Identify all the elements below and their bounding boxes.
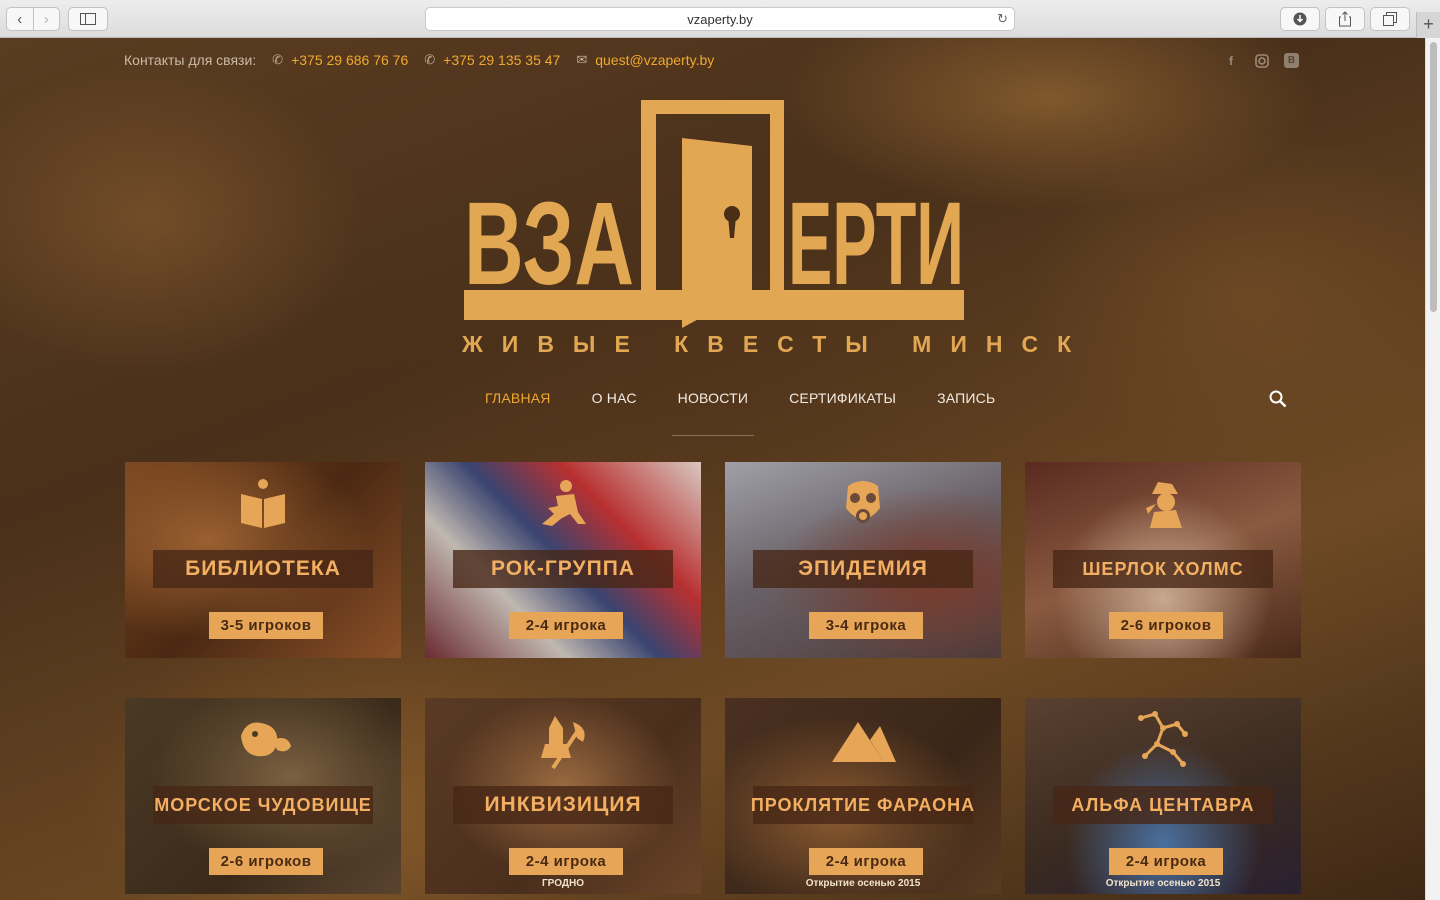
sidebar-icon — [80, 13, 96, 25]
phone-link-2[interactable]: ✆ +375 29 135 35 47 — [424, 52, 560, 68]
instagram-icon[interactable] — [1253, 52, 1271, 70]
quest-players: 3-5 игроков — [209, 612, 323, 639]
quest-players: 2-6 игроков — [1109, 612, 1223, 639]
pyramid-icon — [832, 722, 896, 762]
quest-card[interactable]: ШЕРЛОК ХОЛМС 2-6 игроков — [1025, 462, 1301, 658]
download-icon — [1293, 12, 1307, 26]
page-scrollbar[interactable] — [1425, 38, 1440, 900]
contact-bar: Контакты для связи: ✆ +375 29 686 76 76 … — [124, 52, 730, 68]
quest-players: 2-4 игрока — [1109, 848, 1223, 875]
quest-card[interactable]: МОРСКОЕ ЧУДОВИЩЕ 2-6 игроков — [125, 698, 401, 894]
back-button[interactable]: ‹ — [7, 8, 33, 30]
quest-players: 2-4 игрока — [509, 848, 623, 875]
nav-item-certificates[interactable]: СЕРТИФИКАТЫ — [789, 390, 896, 406]
phone-icon: ✆ — [424, 52, 436, 67]
guitarist-icon — [542, 480, 586, 526]
downloads-button[interactable] — [1280, 7, 1320, 31]
share-icon — [1339, 11, 1351, 27]
scroll-thumb[interactable] — [1430, 42, 1437, 312]
quest-title: РОК-ГРУППА — [453, 550, 673, 588]
social-links: f В — [1222, 52, 1299, 70]
browser-toolbar: ‹ › vzaperty.by ↻ + — [0, 0, 1440, 38]
quest-title: МОРСКОЕ ЧУДОВИЩЕ — [153, 786, 373, 824]
share-button[interactable] — [1325, 7, 1365, 31]
nav-item-news[interactable]: НОВОСТИ — [678, 390, 748, 406]
quest-title: ПРОКЛЯТИЕ ФАРАОНА — [751, 786, 974, 824]
tabs-overview-button[interactable] — [1370, 7, 1410, 31]
email-link[interactable]: ✉ quest@vzaperty.by — [576, 52, 714, 68]
quest-players: 2-6 игроков — [209, 848, 323, 875]
web-page: Контакты для связи: ✆ +375 29 686 76 76 … — [0, 38, 1425, 900]
quest-note: Открытие осенью 2015 — [805, 878, 921, 889]
reload-icon[interactable]: ↻ — [997, 11, 1008, 27]
nav-item-home[interactable]: ГЛАВНАЯ — [485, 390, 551, 406]
quest-note: Открытие осенью 2015 — [1105, 878, 1221, 889]
nav-item-about[interactable]: О НАС — [592, 390, 637, 406]
history-buttons: ‹ › — [6, 7, 60, 31]
main-nav: ГЛАВНАЯ О НАС НОВОСТИ СЕРТИФИКАТЫ ЗАПИСЬ — [485, 390, 1036, 406]
quest-players: 2-4 игрока — [809, 848, 923, 875]
constellation-icon — [1138, 711, 1188, 767]
quest-card[interactable]: РОК-ГРУППА 2-4 игрока — [425, 462, 701, 658]
vk-icon[interactable]: В — [1284, 53, 1299, 68]
phone-icon: ✆ — [272, 52, 284, 67]
gas-mask-icon — [846, 481, 880, 523]
sherlock-icon — [1146, 482, 1182, 528]
mail-icon: ✉ — [576, 52, 588, 67]
nav-item-booking[interactable]: ЗАПИСЬ — [937, 390, 995, 406]
quest-title: ШЕРЛОК ХОЛМС — [1053, 550, 1273, 588]
quest-title: ИНКВИЗИЦИЯ — [453, 786, 673, 824]
quest-card[interactable]: БИБЛИОТЕКА 3-5 игроков — [125, 462, 401, 658]
logo-text-left: ВЗА — [464, 178, 634, 310]
nav-divider — [672, 435, 754, 436]
contacts-label: Контакты для связи: — [124, 52, 257, 68]
forward-button[interactable]: › — [32, 8, 60, 30]
tabs-icon — [1383, 12, 1397, 26]
phone-2-text: +375 29 135 35 47 — [443, 52, 561, 68]
phone-link-1[interactable]: ✆ +375 29 686 76 76 — [272, 52, 408, 68]
quest-card[interactable]: ПРОКЛЯТИЕ ФАРАОНА 2-4 игрока Открытие ос… — [725, 698, 1001, 894]
sidebar-toggle-button[interactable] — [68, 7, 108, 31]
quest-title: АЛЬФА ЦЕНТАВРА — [1053, 786, 1273, 824]
new-tab-button[interactable]: + — [1416, 12, 1440, 38]
address-bar[interactable]: vzaperty.by ↻ — [425, 7, 1015, 31]
quest-title: БИБЛИОТЕКА — [153, 550, 373, 588]
logo-subtitle: ЖИВЫЕ КВЕСТЫ МИНСК — [462, 331, 1091, 357]
quest-players: 3-4 игрока — [809, 612, 923, 639]
quest-note: ГРОДНО — [542, 878, 584, 889]
quest-card[interactable]: АЛЬФА ЦЕНТАВРА 2-4 игрока Открытие осень… — [1025, 698, 1301, 894]
site-logo[interactable]: ВЗА ЕРТИ — [462, 98, 966, 358]
quest-title: ЭПИДЕМИЯ — [753, 550, 973, 588]
search-icon[interactable] — [1269, 390, 1287, 408]
quest-players: 2-4 игрока — [509, 612, 623, 639]
facebook-icon[interactable]: f — [1222, 52, 1240, 70]
quest-card[interactable]: ИНКВИЗИЦИЯ 2-4 игрока ГРОДНО — [425, 698, 701, 894]
url-text: vzaperty.by — [687, 11, 753, 27]
quest-card[interactable]: ЭПИДЕМИЯ 3-4 игрока — [725, 462, 1001, 658]
email-text: quest@vzaperty.by — [595, 52, 715, 68]
logo-text-right: ЕРТИ — [788, 178, 964, 310]
executioner-icon — [541, 716, 585, 770]
sea-monster-icon — [241, 722, 291, 757]
book-icon — [241, 479, 285, 528]
phone-1-text: +375 29 686 76 76 — [291, 52, 409, 68]
